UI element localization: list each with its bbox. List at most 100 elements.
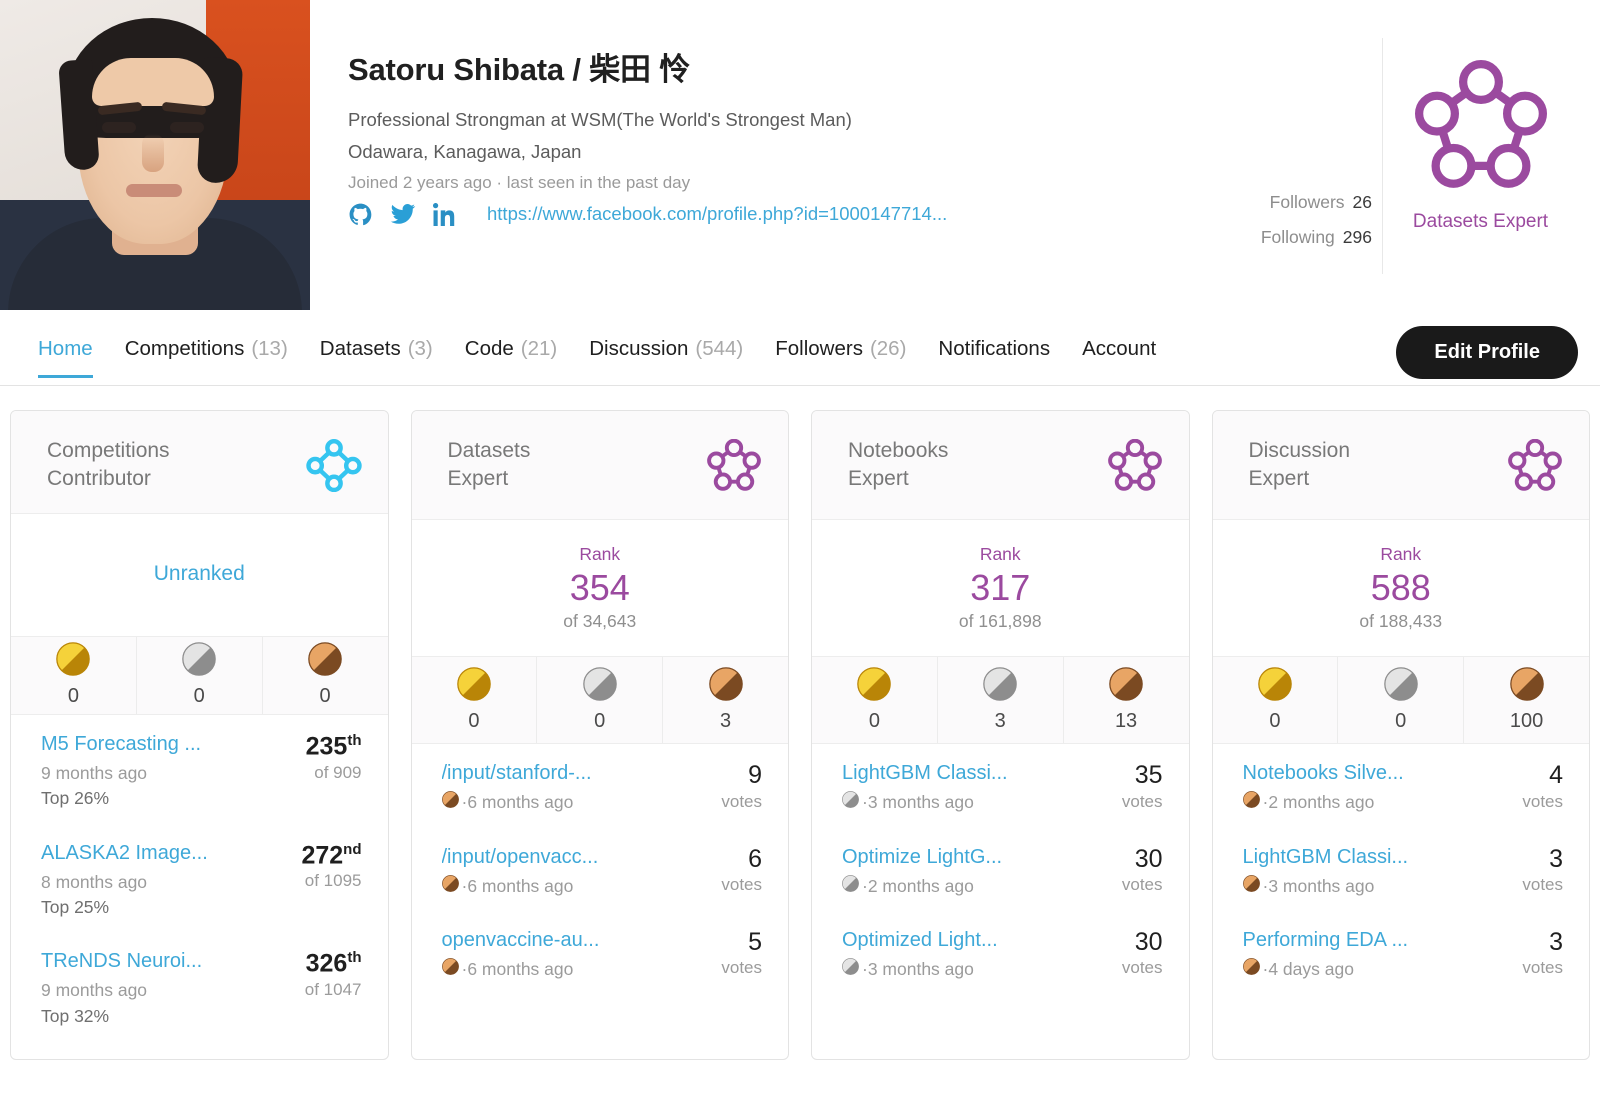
bronze-medal-icon bbox=[1242, 957, 1260, 982]
card-discussion: Discussion Expert Rank 588 of 188,433 0 0 100 N… bbox=[1211, 410, 1590, 1060]
item-time-label: ·2 months ago bbox=[862, 875, 974, 896]
medal-bronze: 13 bbox=[1064, 657, 1189, 743]
nav-item-discussion[interactable]: Discussion (544) bbox=[589, 321, 743, 377]
list-item[interactable]: /input/openvacc... ·6 months ago 6 votes bbox=[441, 845, 763, 899]
card-datasets: Datasets Expert Rank 354 of 34,643 0 0 3/input… bbox=[410, 410, 789, 1060]
followers-stat[interactable]: Followers 26 bbox=[1192, 192, 1372, 213]
item-time: 9 months ago bbox=[41, 761, 294, 786]
rank-label: Rank bbox=[1380, 544, 1422, 565]
medal-gold: 0 bbox=[1213, 657, 1339, 744]
nav-item-competitions[interactable]: Competitions (13) bbox=[125, 321, 288, 377]
followers-count: 26 bbox=[1352, 192, 1372, 212]
item-votes-label: votes bbox=[1522, 875, 1563, 895]
bronze-medal-icon bbox=[1509, 667, 1544, 706]
item-extra: Top 26% bbox=[41, 788, 110, 809]
item-title[interactable]: M5 Forecasting ... bbox=[41, 733, 294, 756]
nav-item-count: (3) bbox=[407, 336, 433, 360]
bronze-medal-icon bbox=[308, 642, 342, 681]
medal-count: 100 bbox=[1509, 710, 1544, 733]
list-item[interactable]: /input/stanford-... ·6 months ago 9 votes bbox=[442, 762, 763, 815]
card-item-list: Notebooks Silve... ·2 months ago 4 votes Lig… bbox=[1213, 744, 1590, 1059]
nav-item-label: Code bbox=[464, 336, 514, 360]
list-item[interactable]: Notebooks Silve... ·2 months ago 4 votes bbox=[1243, 762, 1564, 815]
nav-item-account[interactable]: Account bbox=[1082, 321, 1156, 377]
unranked-label: Unranked bbox=[153, 561, 245, 585]
following-count: 296 bbox=[1342, 227, 1372, 247]
nav-item-datasets[interactable]: Datasets (3) bbox=[320, 321, 433, 377]
card-header: Datasets Expert bbox=[411, 411, 788, 521]
tier-badge: Datasets Expert bbox=[1382, 38, 1578, 274]
item-metric: 326th of 1047 bbox=[293, 950, 362, 1000]
item-votes: 35 bbox=[1134, 761, 1163, 790]
list-item[interactable]: Optimized Light... ·3 months ago 30 votes bbox=[842, 928, 1163, 982]
item-title[interactable]: /input/openvacc... bbox=[442, 846, 710, 869]
item-votes-label: votes bbox=[1121, 958, 1163, 978]
silver-medal-icon bbox=[842, 957, 859, 982]
item-title[interactable]: Notebooks Silve... bbox=[1243, 762, 1511, 785]
item-title[interactable]: openvaccine-au... bbox=[442, 929, 710, 952]
github-icon[interactable] bbox=[348, 202, 373, 227]
item-metric: 5 votes bbox=[709, 927, 762, 979]
item-title[interactable]: Optimize LightG... bbox=[842, 846, 1110, 869]
item-title[interactable]: Optimized Light... bbox=[842, 929, 1110, 952]
twitter-icon[interactable] bbox=[390, 201, 416, 227]
item-metric: 272nd of 1095 bbox=[289, 841, 361, 892]
medal-count: 0 bbox=[67, 685, 79, 708]
medal-bronze: 100 bbox=[1464, 657, 1589, 743]
item-time-label: ·2 months ago bbox=[1262, 792, 1375, 813]
silver-medal-icon bbox=[842, 790, 859, 815]
nav-item-code[interactable]: Code (21) bbox=[465, 321, 557, 377]
item-time-label: 8 months ago bbox=[41, 871, 148, 892]
gold-medal-icon bbox=[1258, 667, 1292, 706]
item-title[interactable]: /input/stanford-... bbox=[442, 762, 710, 785]
item-votes: 3 bbox=[1549, 927, 1563, 956]
rank-total: of 34,643 bbox=[563, 610, 637, 631]
item-votes-label: votes bbox=[1522, 958, 1563, 978]
website-link[interactable]: https://www.facebook.com/profile.php?id=… bbox=[487, 203, 947, 225]
nav-item-label: Home bbox=[38, 336, 93, 360]
item-votes-label: votes bbox=[1121, 875, 1163, 895]
contributor-diamond-icon bbox=[305, 439, 362, 497]
list-item[interactable]: LightGBM Classi... ·3 months ago 3 votes bbox=[1243, 845, 1564, 899]
medal-bronze: 0 bbox=[263, 637, 388, 714]
medal-gold: 0 bbox=[412, 657, 538, 744]
item-votes: 5 bbox=[748, 927, 762, 956]
edit-profile-button[interactable]: Edit Profile bbox=[1396, 326, 1578, 379]
item-title[interactable]: LightGBM Classi... bbox=[1243, 846, 1511, 869]
item-time: ·6 months ago bbox=[441, 874, 710, 899]
list-item[interactable]: LightGBM Classi... ·3 months ago 35 votes bbox=[842, 762, 1163, 815]
list-item[interactable]: M5 Forecasting ... 9 months ago Top 26% 235… bbox=[41, 731, 362, 812]
following-label: Following bbox=[1260, 227, 1335, 247]
medal-silver: 3 bbox=[938, 657, 1064, 744]
nav-item-label: Datasets bbox=[319, 336, 401, 360]
rank-total: of 188,433 bbox=[1359, 610, 1443, 631]
nav-item-label: Account bbox=[1082, 336, 1157, 360]
nav-item-label: Followers bbox=[775, 336, 863, 360]
card-header: Competitions Contributor bbox=[11, 411, 388, 514]
nav-item-notifications[interactable]: Notifications bbox=[938, 321, 1050, 377]
item-time: ·3 months ago bbox=[842, 957, 1110, 982]
medals-row: 0 0 3 bbox=[411, 656, 788, 745]
nav-item-label: Notifications bbox=[938, 336, 1051, 360]
item-rank-suffix: th bbox=[347, 731, 362, 749]
item-rank-value: 326 bbox=[305, 949, 348, 978]
item-title[interactable]: Performing EDA ... bbox=[1243, 929, 1511, 952]
linkedin-icon[interactable] bbox=[433, 202, 458, 227]
medal-silver: 0 bbox=[537, 657, 664, 744]
medal-silver: 0 bbox=[1338, 657, 1465, 744]
medal-count: 0 bbox=[1395, 710, 1407, 733]
item-title[interactable]: TReNDS Neuroi... bbox=[41, 950, 293, 973]
item-title[interactable]: ALASKA2 Image... bbox=[41, 842, 289, 865]
nav-item-home[interactable]: Home bbox=[38, 321, 93, 378]
list-item[interactable]: ALASKA2 Image... 8 months ago Top 25% 272nd… bbox=[41, 841, 362, 921]
list-item[interactable]: TReNDS Neuroi... 9 months ago Top 32% 326th… bbox=[41, 950, 362, 1029]
item-title[interactable]: LightGBM Classi... bbox=[842, 762, 1110, 785]
profile-nav: Home Competitions (13) Datasets (3) Code (21) D… bbox=[0, 312, 1600, 386]
list-item[interactable]: Performing EDA ... ·4 days ago 3 votes bbox=[1242, 927, 1564, 982]
list-item[interactable]: openvaccine-au... ·6 months ago 5 votes bbox=[442, 927, 763, 982]
nav-item-followers[interactable]: Followers (26) bbox=[775, 321, 906, 377]
medals-row: 0 3 13 bbox=[812, 656, 1189, 745]
list-item[interactable]: Optimize LightG... ·2 months ago 30 votes bbox=[842, 845, 1163, 899]
item-metric: 235th of 909 bbox=[294, 731, 362, 783]
following-stat[interactable]: Following 296 bbox=[1192, 227, 1372, 248]
